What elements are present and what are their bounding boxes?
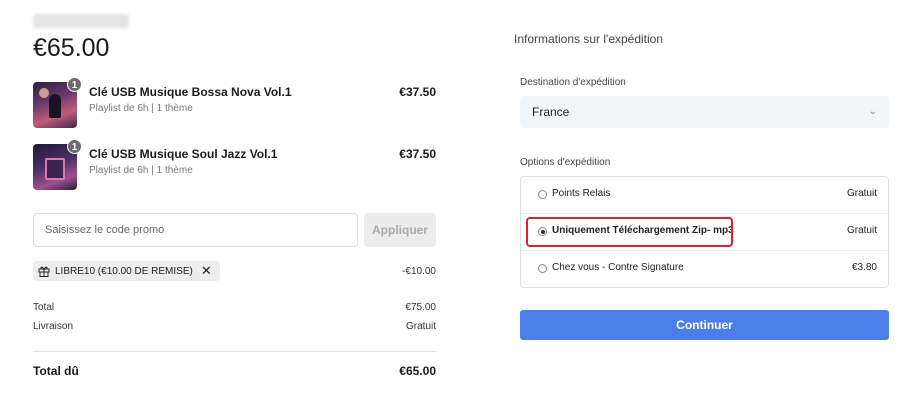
gift-icon — [38, 266, 50, 277]
item-price: €37.50 — [399, 85, 436, 99]
close-icon[interactable]: ✕ — [201, 264, 212, 277]
apply-promo-button[interactable]: Appliquer — [364, 213, 436, 247]
divider — [33, 351, 436, 352]
shipping-option-home[interactable]: Chez vous - Contre Signature €3.80 — [521, 251, 888, 287]
chevron-down-icon: ⌄ — [868, 106, 877, 117]
coupon-discount: -€10.00 — [402, 266, 436, 277]
shipping-option-relay[interactable]: Points Relais Gratuit — [521, 177, 888, 213]
blurred-store-name — [33, 14, 129, 28]
destination-select[interactable]: France ⌄ — [520, 96, 889, 128]
item-price: €37.50 — [399, 147, 436, 161]
cart-item: 1 Clé USB Musique Bossa Nova Vol.1 Playl… — [33, 77, 436, 132]
continue-button[interactable]: Continuer — [520, 310, 889, 340]
selection-highlight-box — [526, 217, 733, 247]
quantity-badge: 1 — [67, 139, 82, 154]
coupon-label: LIBRE10 (€10.00 DE REMISE) — [55, 265, 193, 277]
shipping-section-title: Informations sur l'expédition — [514, 32, 664, 46]
applied-coupon-tag: LIBRE10 (€10.00 DE REMISE) ✕ — [33, 261, 220, 281]
shipping-cost-value: Gratuit — [405, 321, 436, 332]
shipping-options-label: Options d'expédition — [520, 157, 611, 168]
subtotal-label: Total — [33, 302, 55, 313]
option-label: Points Relais — [552, 188, 611, 199]
shipping-options-list: Points Relais Gratuit Uniquement Télécha… — [520, 176, 889, 288]
option-price: Gratuit — [846, 225, 877, 236]
item-title: Clé USB Musique Bossa Nova Vol.1 — [89, 85, 292, 99]
radio-icon[interactable] — [538, 190, 547, 199]
promo-code-input[interactable]: Saisissez le code promo — [33, 213, 358, 247]
option-price: Gratuit — [846, 188, 877, 199]
order-total-heading: €65.00 — [33, 34, 110, 62]
shipping-cost-label: Livraison — [33, 321, 74, 332]
radio-icon[interactable] — [538, 264, 547, 273]
quantity-badge: 1 — [67, 77, 82, 92]
option-price: €3.80 — [851, 262, 877, 273]
cart-item: 1 Clé USB Musique Soul Jazz Vol.1 Playli… — [33, 139, 436, 194]
item-title: Clé USB Musique Soul Jazz Vol.1 — [89, 147, 278, 161]
destination-label: Destination d'expédition — [520, 77, 626, 88]
subtotal-value: €75.00 — [405, 302, 436, 313]
total-due-label: Total dû — [33, 364, 79, 378]
destination-value: France — [532, 105, 570, 119]
option-label: Chez vous - Contre Signature — [552, 262, 684, 273]
item-subtitle: Playlist de 6h | 1 thème — [89, 103, 193, 114]
total-due-value: €65.00 — [399, 364, 436, 378]
item-subtitle: Playlist de 6h | 1 thème — [89, 165, 193, 176]
